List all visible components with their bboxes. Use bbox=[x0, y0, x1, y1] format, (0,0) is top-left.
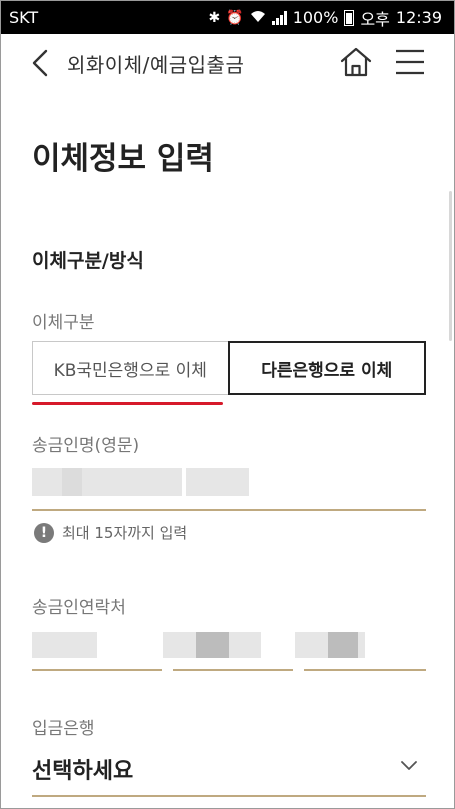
transfer-type-label: 이체구분 bbox=[32, 313, 95, 333]
signal-icon bbox=[271, 10, 287, 25]
exclamation-circle-icon: ! bbox=[34, 522, 54, 543]
bluetooth-icon: ✱ bbox=[208, 9, 221, 26]
sender-name-label: 송금인명(영문) bbox=[32, 436, 140, 456]
header-title: 외화이체/예금입출금 bbox=[67, 53, 245, 77]
option-other-bank-transfer[interactable]: 다른은행으로 이체 bbox=[227, 341, 426, 395]
receiving-bank-label: 입금은행 bbox=[32, 719, 95, 739]
phone-part-3-input[interactable] bbox=[295, 629, 426, 671]
status-bar: SKT ✱ ⏰ 100% 오후 12:39 bbox=[1, 1, 454, 34]
app-header: 외화이체/예금입출금 bbox=[1, 34, 454, 92]
hint-text: 최대 15자까지 입력 bbox=[62, 524, 188, 542]
status-icons: ✱ ⏰ 100% 오후 12:39 bbox=[209, 6, 442, 30]
phone-part-2-input[interactable] bbox=[163, 629, 293, 671]
clock-ampm: 오후 bbox=[360, 9, 390, 29]
scrollbar-thumb[interactable] bbox=[449, 191, 452, 341]
phone-part-1-input[interactable] bbox=[32, 629, 162, 671]
sender-name-hint: ! 최대 15자까지 입력 bbox=[34, 522, 187, 543]
chevron-left-icon[interactable] bbox=[29, 48, 53, 78]
redacted-text bbox=[328, 632, 358, 658]
transfer-type-segmented-control: KB국민은행으로 이체 다른은행으로 이체 bbox=[32, 341, 426, 395]
clock-time: 12:39 bbox=[395, 8, 442, 27]
receiving-bank-value: 선택하세요 bbox=[32, 759, 134, 784]
carrier-label: SKT bbox=[9, 8, 39, 27]
phone-part-3-underline bbox=[304, 669, 426, 671]
receiving-bank-underline bbox=[32, 795, 426, 797]
hamburger-menu-icon[interactable] bbox=[395, 48, 425, 76]
redacted-text bbox=[62, 468, 82, 496]
sender-contact-label: 송금인연락처 bbox=[32, 598, 126, 618]
sender-name-input[interactable] bbox=[32, 463, 426, 511]
annotation-underline bbox=[32, 402, 223, 405]
phone-part-1-underline bbox=[32, 669, 162, 671]
battery-percent: 100% bbox=[292, 8, 339, 27]
redacted-text bbox=[32, 632, 97, 658]
home-icon[interactable] bbox=[339, 46, 373, 78]
sender-name-underline bbox=[32, 509, 426, 511]
phone-part-2-underline bbox=[173, 669, 293, 671]
option-kb-bank-transfer[interactable]: KB국민은행으로 이체 bbox=[32, 341, 228, 395]
redacted-text bbox=[196, 632, 229, 658]
redacted-text bbox=[186, 468, 249, 496]
page-title: 이체정보 입력 bbox=[32, 141, 214, 177]
chevron-down-icon[interactable] bbox=[399, 758, 419, 772]
redacted-text bbox=[32, 468, 182, 496]
wifi-icon bbox=[250, 9, 266, 27]
alarm-icon: ⏰ bbox=[226, 9, 244, 26]
battery-icon bbox=[344, 9, 355, 26]
section-title: 이체구분/방식 bbox=[32, 250, 144, 272]
